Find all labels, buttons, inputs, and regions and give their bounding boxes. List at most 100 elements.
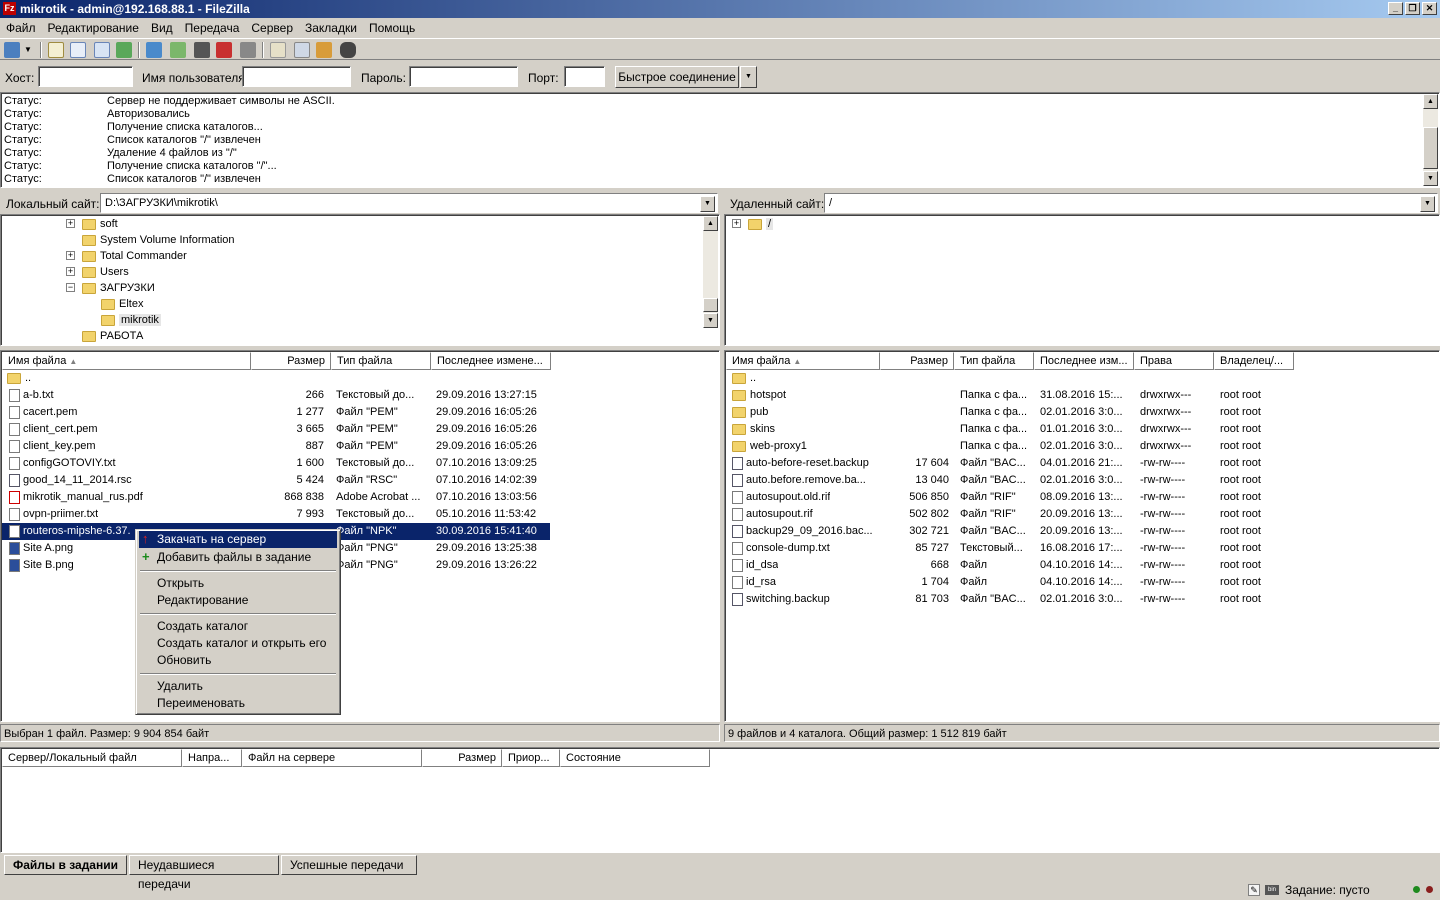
col-filename[interactable]: Имя файла ▲ xyxy=(2,352,251,370)
site-manager-dropdown-icon[interactable]: ▼ xyxy=(24,42,34,58)
speed-limit-icon[interactable]: ✎ xyxy=(1248,884,1260,896)
col-direction[interactable]: Напра... xyxy=(182,749,242,767)
file-row[interactable]: good_14_11_2014.rsc 5 424 Файл "RSC" 07.… xyxy=(2,472,550,489)
expand-icon[interactable]: + xyxy=(66,219,75,228)
menu-item-open[interactable]: Открыть xyxy=(139,575,337,592)
tab-successful-transfers[interactable]: Успешные передачи xyxy=(280,855,417,875)
toggle-queue-icon[interactable] xyxy=(116,42,132,58)
file-row[interactable]: a-b.txt 266 Текстовый до... 29.09.2016 1… xyxy=(2,387,550,404)
disconnect-icon[interactable] xyxy=(216,42,232,58)
file-row[interactable]: backup29_09_2016.bac... 302 721 Файл "BAC.… xyxy=(726,523,1296,540)
col-filename[interactable]: Имя файла ▲ xyxy=(726,352,880,370)
file-row[interactable]: id_dsa 668 Файл 04.10.2016 14:... -rw-rw----… xyxy=(726,557,1296,574)
scroll-up-icon[interactable]: ▲ xyxy=(1423,94,1438,109)
tree-item-soft[interactable]: + soft xyxy=(66,216,118,232)
file-row[interactable]: hotspot Папка с фа... 31.08.2016 15:... drw… xyxy=(726,387,1296,404)
scroll-thumb[interactable] xyxy=(1423,127,1438,169)
local-path-input[interactable]: D:\ЗАГРУЗКИ\mikrotik\ ▼ xyxy=(100,193,718,213)
scroll-down-icon[interactable]: ▼ xyxy=(703,313,718,328)
file-row[interactable]: console-dump.txt 85 727 Текстовый... 16.08.… xyxy=(726,540,1296,557)
menu-help[interactable]: Помощь xyxy=(363,18,421,38)
file-row[interactable]: .. xyxy=(2,370,550,387)
file-row[interactable]: skins Папка с фа... 01.01.2016 3:0... drwxr… xyxy=(726,421,1296,438)
quickconnect-button[interactable]: Быстрое соединение xyxy=(615,66,739,88)
col-type[interactable]: Тип файла xyxy=(954,352,1034,370)
col-priority[interactable]: Приор... xyxy=(502,749,560,767)
col-size[interactable]: Размер xyxy=(422,749,502,767)
sync-browsing-icon[interactable] xyxy=(316,42,332,58)
scroll-thumb[interactable] xyxy=(703,298,718,312)
file-row[interactable]: id_rsa 1 704 Файл 04.10.2016 14:... -rw-rw--… xyxy=(726,574,1296,591)
col-modified[interactable]: Последнее изм... xyxy=(1034,352,1134,370)
col-modified[interactable]: Последнее измене... xyxy=(431,352,551,370)
tree-item-work[interactable]: РАБОТА xyxy=(82,328,143,344)
password-input[interactable] xyxy=(409,66,518,87)
remote-path-input[interactable]: / ▼ xyxy=(824,193,1438,213)
file-row[interactable]: switching.backup 81 703 Файл "BAC... 02.01.… xyxy=(726,591,1296,608)
file-row[interactable]: .. xyxy=(726,370,1296,387)
username-input[interactable] xyxy=(242,66,351,87)
menu-item-rename[interactable]: Переименовать xyxy=(139,695,337,712)
col-remote-file[interactable]: Файл на сервере xyxy=(242,749,422,767)
host-input[interactable] xyxy=(38,66,133,87)
tree-item-total-commander[interactable]: + Total Commander xyxy=(66,248,187,264)
col-permissions[interactable]: Права xyxy=(1134,352,1214,370)
file-row[interactable]: auto-before-reset.backup 17 604 Файл "BAC.… xyxy=(726,455,1296,472)
menu-item-edit[interactable]: Редактирование xyxy=(139,592,337,609)
remote-path-dropdown-icon[interactable]: ▼ xyxy=(1420,196,1435,212)
reconnect-icon[interactable] xyxy=(240,42,256,58)
expand-icon[interactable]: + xyxy=(66,267,75,276)
directory-compare-icon[interactable] xyxy=(294,42,310,58)
scroll-down-icon[interactable]: ▼ xyxy=(1423,171,1438,186)
menu-file[interactable]: Файл xyxy=(0,18,42,38)
minimize-icon[interactable]: _ xyxy=(1388,2,1403,15)
file-row[interactable]: client_cert.pem 3 665 Файл "PEM" 29.09.2… xyxy=(2,421,550,438)
menu-view[interactable]: Вид xyxy=(145,18,179,38)
tree-item-eltex[interactable]: Eltex xyxy=(101,296,143,312)
col-state[interactable]: Состояние xyxy=(560,749,710,767)
tree-item-system-volume[interactable]: System Volume Information xyxy=(66,232,235,248)
toggle-remote-tree-icon[interactable] xyxy=(94,42,110,58)
toggle-log-icon[interactable] xyxy=(48,42,64,58)
tree-item-users[interactable]: + Users xyxy=(66,264,129,280)
file-row[interactable]: cacert.pem 1 277 Файл "PEM" 29.09.2016 1… xyxy=(2,404,550,421)
menu-bookmarks[interactable]: Закладки xyxy=(299,18,363,38)
file-row[interactable]: auto.before.remove.ba... 13 040 Файл "BAC.… xyxy=(726,472,1296,489)
menu-item-add-to-queue[interactable]: + Добавить файлы в задание xyxy=(139,549,337,566)
search-files-icon[interactable] xyxy=(340,42,356,58)
process-queue-icon[interactable] xyxy=(170,42,186,58)
scroll-up-icon[interactable]: ▲ xyxy=(703,216,718,231)
col-size[interactable]: Размер xyxy=(251,352,331,370)
menu-item-create-dir-open[interactable]: Создать каталог и открыть его xyxy=(139,635,337,652)
expand-icon[interactable]: + xyxy=(66,251,75,260)
file-row[interactable]: configGOTOVIY.txt 1 600 Текстовый до... … xyxy=(2,455,550,472)
close-icon[interactable]: ✕ xyxy=(1422,2,1437,15)
local-path-dropdown-icon[interactable]: ▼ xyxy=(700,196,715,212)
directory-filter-icon[interactable] xyxy=(270,42,286,58)
menu-server[interactable]: Сервер xyxy=(245,18,299,38)
file-row[interactable]: autosupout.rif 502 802 Файл "RIF" 20.09.201… xyxy=(726,506,1296,523)
file-row[interactable]: autosupout.old.rif 506 850 Файл "RIF" 08.09… xyxy=(726,489,1296,506)
col-owner[interactable]: Владелец/... xyxy=(1214,352,1294,370)
log-scrollbar[interactable]: ▲ ▼ xyxy=(1423,94,1438,186)
toggle-local-tree-icon[interactable] xyxy=(70,42,86,58)
col-size[interactable]: Размер xyxy=(880,352,954,370)
port-input[interactable] xyxy=(564,66,605,87)
menu-transfer[interactable]: Передача xyxy=(179,18,246,38)
expand-icon[interactable]: + xyxy=(732,219,741,228)
site-manager-icon[interactable] xyxy=(4,42,20,58)
tree-item-mikrotik[interactable]: mikrotik xyxy=(101,312,161,328)
menu-item-refresh[interactable]: Обновить xyxy=(139,652,337,669)
restore-icon[interactable]: ❐ xyxy=(1405,2,1420,15)
binary-mode-icon[interactable]: bin xyxy=(1265,885,1279,895)
tree-item-downloads[interactable]: − ЗАГРУЗКИ xyxy=(66,280,155,296)
menu-edit[interactable]: Редактирование xyxy=(42,18,145,38)
col-type[interactable]: Тип файла xyxy=(331,352,431,370)
file-row[interactable]: web-proxy1 Папка с фа... 02.01.2016 3:0...… xyxy=(726,438,1296,455)
file-row[interactable]: ovpn-priimer.txt 7 993 Текстовый до... 0… xyxy=(2,506,550,523)
menu-item-upload[interactable]: ↑ Закачать на сервер xyxy=(139,531,337,548)
menu-item-delete[interactable]: Удалить xyxy=(139,678,337,695)
file-row[interactable]: mikrotik_manual_rus.pdf 868 838 Adobe Ac… xyxy=(2,489,550,506)
file-row[interactable]: client_key.pem 887 Файл "PEM" 29.09.2016… xyxy=(2,438,550,455)
local-tree-scrollbar[interactable]: ▲ ▼ xyxy=(703,216,718,328)
